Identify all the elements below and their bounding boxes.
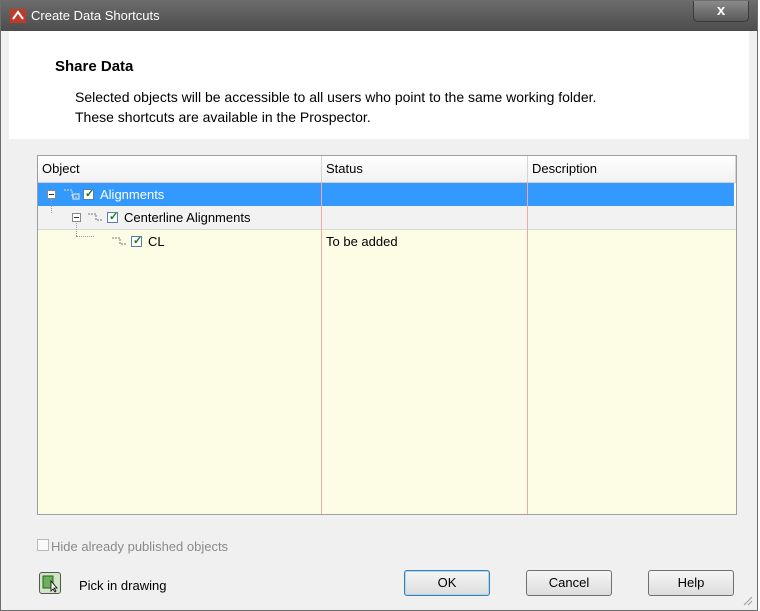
window-title: Create Data Shortcuts xyxy=(31,8,160,23)
grid-header: Object Status Description xyxy=(38,156,736,183)
alignments-checkbox[interactable]: ✓ xyxy=(83,188,94,200)
cl-status: To be added xyxy=(326,234,398,249)
pick-in-drawing-icon[interactable] xyxy=(39,572,61,594)
tree-row-cl[interactable]: ✓ CL To be added xyxy=(38,223,736,253)
ok-button[interactable]: OK xyxy=(404,570,490,596)
column-divider xyxy=(527,182,528,514)
dialog-header: Share Data Selected objects will be acce… xyxy=(9,31,749,140)
column-divider xyxy=(321,182,322,514)
header-description-line1: Selected objects will be accessible to a… xyxy=(75,89,597,105)
title-bar[interactable]: Create Data Shortcuts x xyxy=(1,1,757,31)
cl-checkbox[interactable]: ✓ xyxy=(131,235,142,247)
create-data-shortcuts-dialog: Create Data Shortcuts x Share Data Selec… xyxy=(0,0,758,611)
pick-in-drawing-label[interactable]: Pick in drawing xyxy=(79,578,166,593)
alignment-collection-icon xyxy=(88,213,102,221)
tree-row-centerline-alignments[interactable]: ✓ Centerline Alignments xyxy=(38,199,736,230)
objects-grid: Object Status Description ✓ Alignments ✓… xyxy=(37,155,737,515)
column-header-status[interactable]: Status xyxy=(322,156,528,182)
header-title: Share Data xyxy=(55,58,134,75)
main-area: Object Status Description ✓ Alignments ✓… xyxy=(9,139,749,524)
alignment-icon xyxy=(112,237,126,245)
alignments-label: Alignments xyxy=(97,183,168,206)
hide-published-checkbox[interactable] xyxy=(37,539,49,551)
collapse-toggle-icon[interactable] xyxy=(72,213,81,222)
help-button[interactable]: Help xyxy=(648,570,734,596)
column-header-description[interactable]: Description xyxy=(528,156,736,182)
tree-connector xyxy=(51,199,52,213)
hide-published-label: Hide already published objects xyxy=(51,539,229,554)
civil3d-app-icon xyxy=(10,9,26,23)
resize-grip-icon[interactable] xyxy=(741,594,753,606)
close-button[interactable]: x xyxy=(693,1,749,22)
cursor-icon xyxy=(42,575,58,593)
alignment-group-icon xyxy=(64,189,80,200)
column-header-object[interactable]: Object xyxy=(38,156,322,182)
tree-connector xyxy=(76,223,77,236)
tree-connector xyxy=(76,236,94,237)
header-description-line2: These shortcuts are available in the Pro… xyxy=(75,109,371,125)
collapse-toggle-icon[interactable] xyxy=(47,190,56,199)
cl-label: CL xyxy=(148,234,165,249)
tree-row-alignments[interactable]: ✓ Alignments xyxy=(38,183,736,206)
centerline-alignments-checkbox[interactable]: ✓ xyxy=(107,211,118,223)
centerline-alignments-status xyxy=(322,206,326,229)
cancel-button[interactable]: Cancel xyxy=(526,570,612,596)
alignments-status xyxy=(322,183,326,206)
centerline-alignments-label: Centerline Alignments xyxy=(124,210,251,225)
